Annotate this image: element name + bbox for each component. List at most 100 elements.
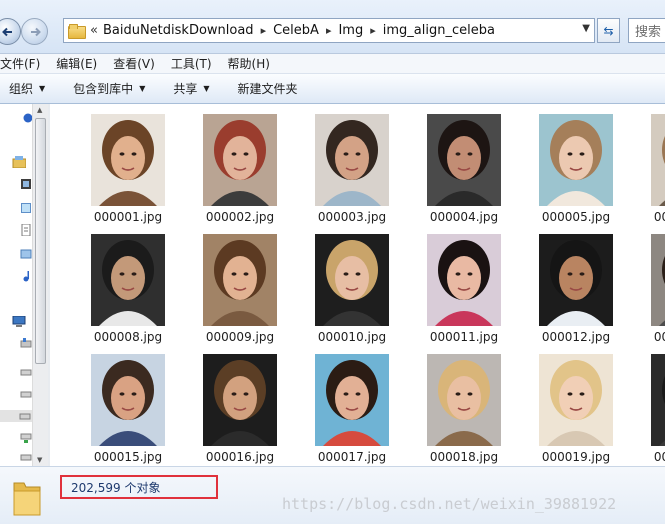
image-thumbnail[interactable] <box>427 234 501 326</box>
file-item[interactable]: 000005.jpg <box>526 104 626 224</box>
file-item[interactable]: 000013.jpg <box>638 224 665 344</box>
picture-library-icon[interactable] <box>20 202 32 214</box>
breadcrumb-item-img[interactable]: Img <box>338 23 363 38</box>
drive-icon[interactable] <box>20 452 32 464</box>
file-item[interactable]: 000011.jpg <box>414 224 514 344</box>
file-name[interactable]: 000015.jpg <box>74 450 182 464</box>
file-name[interactable]: 000004.jpg <box>410 210 518 224</box>
image-thumbnail[interactable] <box>651 354 665 446</box>
command-toolbar: 组织 ▼ 包含到库中 ▼ 共享 ▼ 新建文件夹 <box>0 74 665 104</box>
chevron-down-icon: ▼ <box>39 84 46 93</box>
menu-edit[interactable]: 编辑(E) <box>56 55 97 72</box>
file-item[interactable]: 000009.jpg <box>190 224 290 344</box>
file-name[interactable]: 000018.jpg <box>410 450 518 464</box>
breadcrumb-item-img-align-celeba[interactable]: img_align_celeba <box>383 23 495 38</box>
image-thumbnail[interactable] <box>539 114 613 206</box>
file-item[interactable]: 000003.jpg <box>302 104 402 224</box>
computer-icon[interactable] <box>12 315 26 328</box>
file-name[interactable]: 000010.jpg <box>298 330 406 344</box>
file-name[interactable]: 000019.jpg <box>522 450 630 464</box>
network-drive-icon[interactable] <box>20 432 32 444</box>
image-thumbnail[interactable] <box>427 354 501 446</box>
video-library-icon[interactable] <box>20 178 32 190</box>
file-name[interactable]: 000016.jpg <box>186 450 294 464</box>
scrollbar-thumb[interactable] <box>35 118 46 364</box>
navigation-scrollbar[interactable]: ▲ ▼ <box>32 104 48 466</box>
refresh-icon: ⇆ <box>603 23 614 38</box>
file-name[interactable]: 000020.jpg <box>634 450 665 464</box>
image-thumbnail[interactable] <box>203 114 277 206</box>
drive-icon[interactable] <box>0 410 32 422</box>
image-thumbnail[interactable] <box>315 114 389 206</box>
document-library-icon[interactable] <box>20 223 32 237</box>
file-name[interactable]: 000011.jpg <box>410 330 518 344</box>
library-icon[interactable] <box>12 156 27 169</box>
chevron-right-icon[interactable]: ▸ <box>326 24 332 37</box>
watermark-text: https://blog.csdn.net/weixin_39881922 <box>282 495 617 513</box>
image-thumbnail[interactable] <box>91 234 165 326</box>
image-thumbnail[interactable] <box>651 114 665 206</box>
file-item[interactable]: 000008.jpg <box>78 224 178 344</box>
file-item[interactable]: 000018.jpg <box>414 344 514 464</box>
search-input[interactable]: 搜索 <box>628 18 665 43</box>
file-item[interactable]: 000015.jpg <box>78 344 178 464</box>
breadcrumb-item-baidunetdiskdownload[interactable]: BaiduNetdiskDownload <box>103 23 254 38</box>
image-thumbnail[interactable] <box>91 114 165 206</box>
breadcrumb-overflow[interactable]: « <box>90 23 98 38</box>
file-item[interactable]: 000002.jpg <box>190 104 290 224</box>
menu-file[interactable]: 文件(F) <box>0 55 40 72</box>
image-thumbnail[interactable] <box>539 234 613 326</box>
include-in-library-button[interactable]: 包含到库中 ▼ <box>73 80 145 97</box>
refresh-button[interactable]: ⇆ <box>597 18 620 43</box>
image-thumbnail[interactable] <box>651 234 665 326</box>
file-item[interactable]: 000010.jpg <box>302 224 402 344</box>
scroll-up-icon[interactable]: ▲ <box>37 106 42 114</box>
file-item[interactable]: 000017.jpg <box>302 344 402 464</box>
menu-tools[interactable]: 工具(T) <box>171 55 212 72</box>
file-item[interactable]: 000001.jpg <box>78 104 178 224</box>
breadcrumb[interactable]: « BaiduNetdiskDownload ▸ CelebA ▸ Img ▸ … <box>63 18 595 43</box>
image-thumbnail[interactable] <box>427 114 501 206</box>
chevron-right-icon[interactable]: ▸ <box>261 24 267 37</box>
file-name[interactable]: 000005.jpg <box>522 210 630 224</box>
file-name[interactable]: 000017.jpg <box>298 450 406 464</box>
new-folder-button[interactable]: 新建文件夹 <box>238 80 298 97</box>
folder-icon <box>68 24 86 39</box>
chevron-right-icon[interactable]: ▸ <box>370 24 376 37</box>
breadcrumb-item-celeba[interactable]: CelebA <box>273 23 319 38</box>
image-thumbnail[interactable] <box>315 234 389 326</box>
music-library-icon[interactable] <box>20 248 32 260</box>
file-item[interactable]: 000012.jpg <box>526 224 626 344</box>
image-thumbnail[interactable] <box>315 354 389 446</box>
image-thumbnail[interactable] <box>203 234 277 326</box>
file-item[interactable]: 000004.jpg <box>414 104 514 224</box>
item-count: 202,599 个对象 <box>60 475 218 499</box>
image-thumbnail[interactable] <box>203 354 277 446</box>
address-bar-region: « BaiduNetdiskDownload ▸ CelebA ▸ Img ▸ … <box>0 0 665 54</box>
image-thumbnail[interactable] <box>91 354 165 446</box>
file-name[interactable]: 000008.jpg <box>74 330 182 344</box>
drive-icon[interactable] <box>20 388 32 400</box>
forward-button[interactable] <box>21 18 48 45</box>
file-name[interactable]: 000012.jpg <box>522 330 630 344</box>
file-name[interactable]: 000009.jpg <box>186 330 294 344</box>
file-name[interactable]: 000013.jpg <box>634 330 665 344</box>
file-item[interactable]: 000006.jpg <box>638 104 665 224</box>
image-thumbnail[interactable] <box>539 354 613 446</box>
organize-button[interactable]: 组织 ▼ <box>9 80 45 97</box>
file-item[interactable]: 000019.jpg <box>526 344 626 464</box>
file-name[interactable]: 000006.jpg <box>634 210 665 224</box>
menu-help[interactable]: 帮助(H) <box>228 55 270 72</box>
menu-view[interactable]: 查看(V) <box>113 55 155 72</box>
file-item[interactable]: 000016.jpg <box>190 344 290 464</box>
file-name[interactable]: 000002.jpg <box>186 210 294 224</box>
local-disk-icon[interactable] <box>20 338 32 350</box>
back-button[interactable] <box>0 18 21 45</box>
file-name[interactable]: 000003.jpg <box>298 210 406 224</box>
share-button[interactable]: 共享 ▼ <box>173 80 209 97</box>
scroll-down-icon[interactable]: ▼ <box>37 456 42 464</box>
file-item[interactable]: 000020.jpg <box>638 344 665 464</box>
chevron-down-icon[interactable]: ▼ <box>582 23 590 34</box>
drive-icon[interactable] <box>20 366 32 378</box>
file-name[interactable]: 000001.jpg <box>74 210 182 224</box>
